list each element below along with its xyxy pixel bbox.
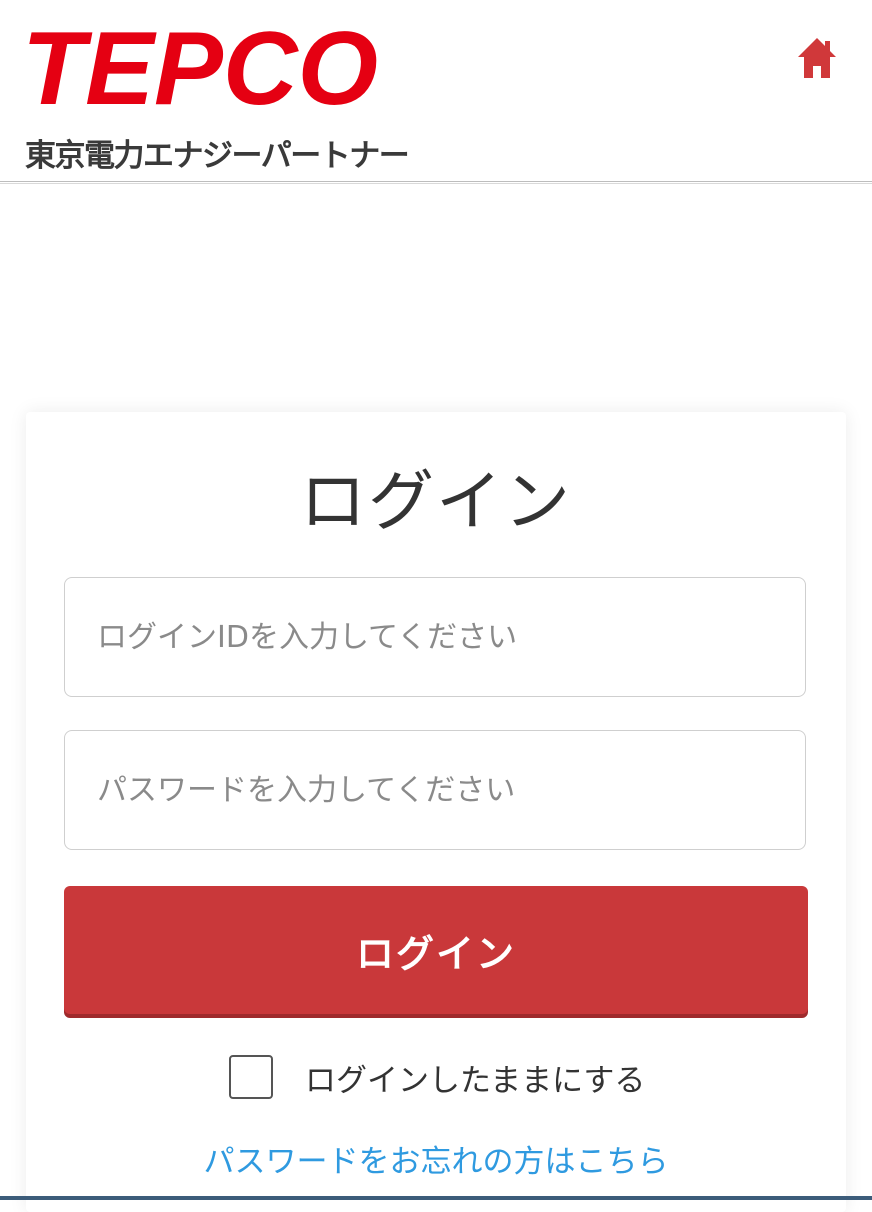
forgot-password-link[interactable]: パスワードをお忘れの方はこちら <box>0 1140 872 1184</box>
company-name: 東京電力エナジーパートナー <box>25 138 410 174</box>
home-icon[interactable] <box>796 36 838 80</box>
remember-me-label: ログインしたままにする <box>305 1062 646 1099</box>
login-id-input[interactable] <box>64 577 806 697</box>
header-divider <box>0 181 872 184</box>
password-input[interactable] <box>64 730 806 850</box>
site-header: TEPCO 東京電力エナジーパートナー <box>0 0 872 184</box>
remember-me-toggle[interactable]: ログインしたままにする <box>229 1053 645 1101</box>
login-button[interactable]: ログイン <box>64 886 808 1014</box>
logo-text: TEPCO <box>22 26 378 110</box>
tepco-logo[interactable]: TEPCO <box>22 26 382 110</box>
remember-me-checkbox[interactable] <box>229 1055 273 1099</box>
bottom-edge-bar <box>0 1196 872 1200</box>
login-title: ログイン <box>300 463 572 540</box>
